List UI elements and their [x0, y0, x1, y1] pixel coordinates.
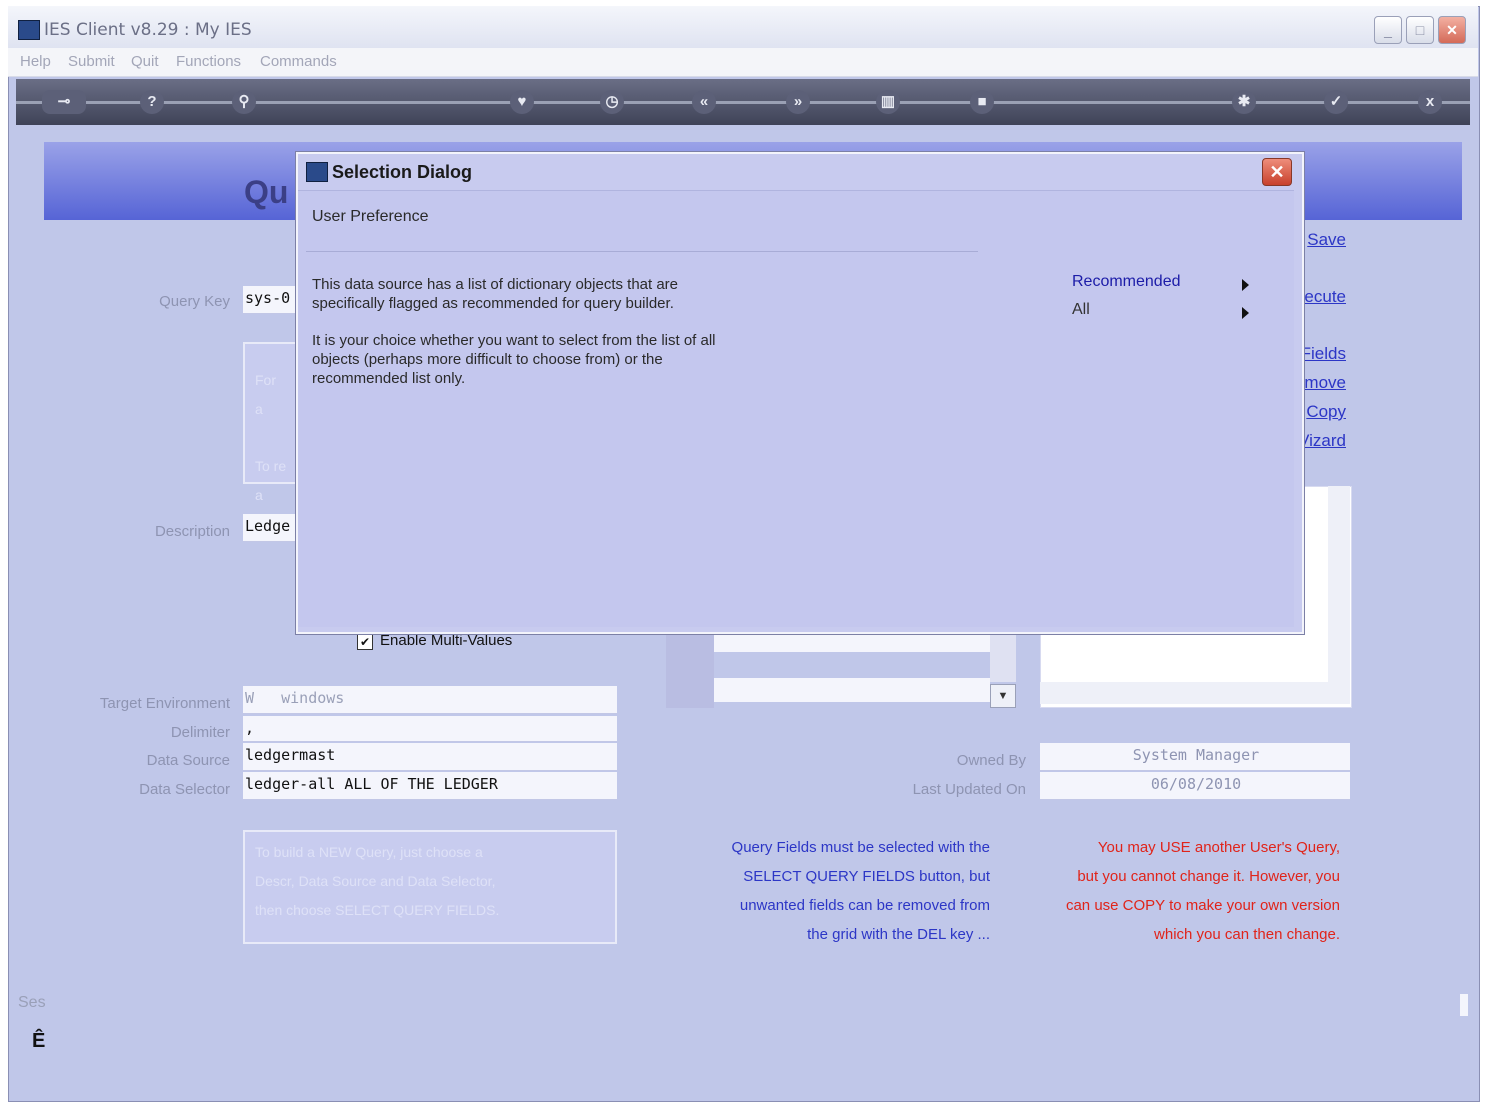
dialog-paragraph-1: This data source has a list of dictionar… — [312, 275, 678, 313]
search-icon[interactable]: ⚲ — [232, 90, 256, 114]
back-icon[interactable]: « — [692, 90, 716, 114]
data-selector-label: Data Selector — [139, 781, 230, 798]
dialog-text-line: This data source has a list of dictionar… — [312, 276, 679, 293]
note-line: but you cannot change it. However, you — [1077, 868, 1340, 885]
dialog-close-button[interactable]: ✕ — [1262, 158, 1292, 186]
description-label: Description — [154, 523, 230, 540]
dialog-app-icon — [306, 162, 328, 182]
target-environment-field[interactable]: W windows — [243, 686, 617, 714]
data-selector-field[interactable]: ledger-all ALL OF THE LEDGER — [243, 772, 617, 800]
description-field[interactable]: Ledge — [243, 514, 299, 542]
dialog-subtitle: User Preference — [312, 208, 429, 225]
query-key-label: Query Key — [159, 293, 230, 310]
status-marker — [1460, 994, 1468, 1016]
dialog-text-line: objects (perhaps more difficult to choos… — [312, 351, 663, 368]
key-icon[interactable]: ⊸ — [42, 90, 86, 114]
grid-dropdown-button[interactable]: ▼ — [990, 684, 1016, 708]
right-list-scrollbar[interactable] — [1328, 486, 1350, 682]
last-updated-field: 06/08/2010 — [1040, 772, 1350, 800]
enable-multi-values-label: Enable Multi-Values — [380, 632, 513, 649]
remove-link[interactable]: move — [1304, 373, 1346, 393]
hint-box-new-query: To build a NEW Query, just choose a Desc… — [243, 830, 617, 944]
owned-by-label: Owned By — [956, 752, 1026, 769]
wizard-link[interactable]: Vizard — [1298, 431, 1346, 451]
grid-scrollbar[interactable] — [990, 630, 1016, 682]
hint-line: Descr, Data Source and Data Selector, — [255, 873, 496, 889]
settings-icon[interactable]: ✱ — [1232, 90, 1256, 114]
status-glyph: Ê — [32, 1030, 46, 1052]
query-fields-note: Query Fields must be selected with the S… — [680, 833, 990, 949]
status-label: Ses — [18, 994, 46, 1011]
note-line: You may USE another User's Query, — [1097, 839, 1340, 856]
menu-commands[interactable]: Commands — [260, 53, 337, 70]
option-all[interactable]: All — [1072, 301, 1252, 325]
right-list-hscrollbar[interactable] — [1040, 682, 1350, 704]
option-recommended[interactable]: Recommended — [1072, 273, 1252, 297]
window-close-button[interactable]: ✕ — [1438, 16, 1466, 44]
data-source-field[interactable]: ledgermast — [243, 743, 617, 771]
forward-icon[interactable]: » — [786, 90, 810, 114]
note-line: can use COPY to make your own version — [1065, 897, 1340, 914]
note-line: unwanted fields can be removed from — [739, 897, 990, 914]
menu-submit[interactable]: Submit — [68, 53, 115, 70]
dialog-text-line: It is your choice whether you want to se… — [312, 332, 716, 349]
owned-by-field: System Manager — [1040, 743, 1350, 771]
maximize-button[interactable]: □ — [1406, 16, 1434, 44]
note-line: the grid with the DEL key ... — [807, 926, 990, 943]
hint-line: To re — [255, 458, 287, 474]
page-title: Qu — [244, 174, 289, 210]
window-icon[interactable]: ■ — [970, 90, 994, 114]
data-source-label: Data Source — [146, 752, 230, 769]
dialog-paragraph-2: It is your choice whether you want to se… — [312, 331, 716, 388]
note-line: which you can then change. — [1154, 926, 1340, 943]
target-environment-label: Target Environment — [99, 695, 230, 712]
clock-icon[interactable]: ◷ — [600, 90, 624, 114]
note-line: Query Fields must be selected with the — [731, 839, 990, 856]
stack-icon[interactable]: ▥ — [876, 90, 900, 114]
copy-link[interactable]: Copy — [1306, 402, 1346, 422]
title-bar: IES Client v8.29 : My IES _ □ ✕ — [8, 6, 1478, 48]
dialog-title: Selection Dialog — [332, 162, 473, 182]
menu-quit[interactable]: Quit — [131, 53, 159, 70]
note-line: SELECT QUERY FIELDS button, but — [743, 868, 990, 885]
last-updated-label: Last Updated On — [912, 781, 1026, 798]
submenu-arrow-icon — [1242, 307, 1249, 319]
dialog-text-line: recommended list only. — [312, 370, 466, 387]
hint-line: To build a NEW Query, just choose a — [255, 844, 483, 860]
heart-icon[interactable]: ♥ — [510, 90, 534, 114]
delimiter-label: Delimiter — [170, 724, 230, 741]
grid-column-header — [666, 630, 714, 708]
option-all-label: All — [1072, 301, 1090, 318]
dialog-title-bar: Selection Dialog ✕ — [298, 154, 1298, 190]
menu-bar: Help Submit Quit Functions Commands — [8, 48, 1478, 77]
save-link[interactable]: Save — [1307, 230, 1346, 250]
submenu-arrow-icon — [1242, 279, 1249, 291]
app-logo-icon — [18, 20, 40, 40]
hint-line: then choose SELECT QUERY FIELDS. — [255, 902, 500, 918]
dialog-body: User Preference This data source has a l… — [298, 190, 1294, 627]
dialog-divider — [306, 251, 978, 252]
hint-line: For a — [255, 372, 276, 417]
copy-query-note: You may USE another User's Query, but yo… — [1030, 833, 1340, 949]
option-recommended-label: Recommended — [1072, 273, 1181, 290]
grid-row[interactable] — [714, 678, 990, 702]
menu-functions[interactable]: Functions — [176, 53, 241, 70]
dialog-text-line: specifically flagged as recommended for … — [312, 295, 674, 312]
delimiter-field[interactable]: , — [243, 716, 617, 742]
hint-box-query: For a To re a sea — [243, 342, 299, 532]
help-icon[interactable]: ? — [140, 90, 164, 114]
fields-link[interactable]: Fields — [1301, 344, 1346, 364]
selection-dialog: Selection Dialog ✕ User Preference This … — [296, 152, 1304, 634]
check-icon[interactable]: ✓ — [1324, 90, 1348, 114]
enable-multi-values-checkbox[interactable]: ✔ — [357, 634, 373, 650]
execute-link[interactable]: ecute — [1304, 287, 1346, 307]
window-title: IES Client v8.29 : My IES — [44, 20, 252, 40]
menu-help[interactable]: Help — [20, 53, 51, 70]
query-key-field[interactable]: sys-0 — [243, 286, 299, 314]
close-icon[interactable]: x — [1418, 90, 1442, 114]
toolbar: ⊸ ? ⚲ ♥ ◷ « » ▥ ■ ✱ ✓ x — [16, 79, 1470, 125]
minimize-button[interactable]: _ — [1374, 16, 1402, 44]
